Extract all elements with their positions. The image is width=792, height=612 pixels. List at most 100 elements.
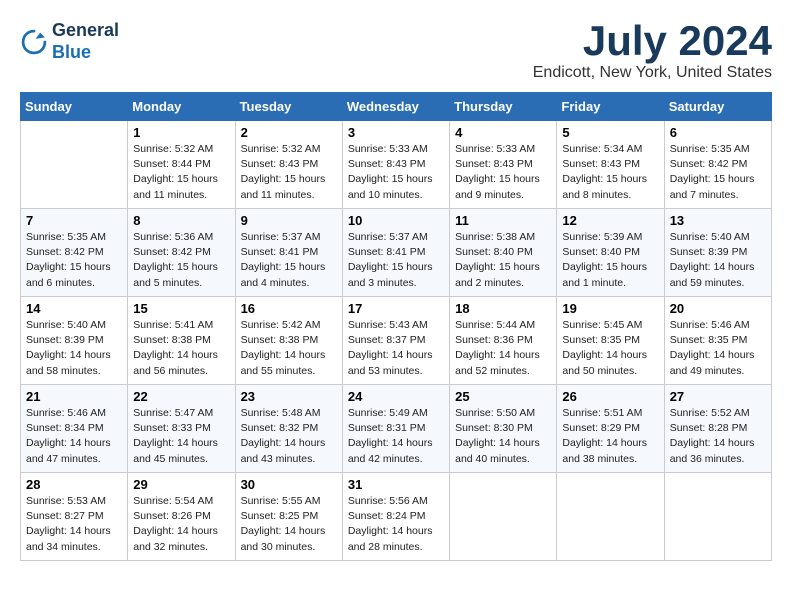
sunrise-text: Sunrise: 5:49 AM (348, 407, 428, 419)
daylight-text: Daylight: 14 hours and 59 minutes. (670, 261, 755, 288)
day-info: Sunrise: 5:50 AM Sunset: 8:30 PM Dayligh… (455, 406, 551, 467)
day-number: 24 (348, 389, 444, 404)
table-row: 9 Sunrise: 5:37 AM Sunset: 8:41 PM Dayli… (235, 209, 342, 297)
day-info: Sunrise: 5:53 AM Sunset: 8:27 PM Dayligh… (26, 494, 122, 555)
day-info: Sunrise: 5:32 AM Sunset: 8:43 PM Dayligh… (241, 142, 337, 203)
col-thursday: Thursday (450, 93, 557, 121)
day-number: 1 (133, 125, 229, 140)
day-number: 3 (348, 125, 444, 140)
sunset-text: Sunset: 8:37 PM (348, 334, 426, 346)
daylight-text: Daylight: 15 hours and 11 minutes. (241, 173, 326, 200)
sunrise-text: Sunrise: 5:46 AM (26, 407, 106, 419)
sunset-text: Sunset: 8:44 PM (133, 158, 211, 170)
day-number: 23 (241, 389, 337, 404)
daylight-text: Daylight: 15 hours and 6 minutes. (26, 261, 111, 288)
table-row (450, 473, 557, 561)
daylight-text: Daylight: 14 hours and 55 minutes. (241, 349, 326, 376)
sunrise-text: Sunrise: 5:34 AM (562, 143, 642, 155)
day-number: 12 (562, 213, 658, 228)
sunset-text: Sunset: 8:42 PM (133, 246, 211, 258)
sunset-text: Sunset: 8:42 PM (670, 158, 748, 170)
sunrise-text: Sunrise: 5:45 AM (562, 319, 642, 331)
daylight-text: Daylight: 14 hours and 36 minutes. (670, 437, 755, 464)
day-number: 13 (670, 213, 766, 228)
daylight-text: Daylight: 15 hours and 11 minutes. (133, 173, 218, 200)
sunset-text: Sunset: 8:39 PM (26, 334, 104, 346)
sunrise-text: Sunrise: 5:56 AM (348, 495, 428, 507)
daylight-text: Daylight: 14 hours and 43 minutes. (241, 437, 326, 464)
day-info: Sunrise: 5:41 AM Sunset: 8:38 PM Dayligh… (133, 318, 229, 379)
daylight-text: Daylight: 15 hours and 2 minutes. (455, 261, 540, 288)
sunset-text: Sunset: 8:34 PM (26, 422, 104, 434)
day-info: Sunrise: 5:42 AM Sunset: 8:38 PM Dayligh… (241, 318, 337, 379)
sunset-text: Sunset: 8:36 PM (455, 334, 533, 346)
header: General Blue July 2024 Endicott, New Yor… (20, 20, 772, 82)
sunset-text: Sunset: 8:29 PM (562, 422, 640, 434)
day-info: Sunrise: 5:39 AM Sunset: 8:40 PM Dayligh… (562, 230, 658, 291)
day-number: 29 (133, 477, 229, 492)
month-title: July 2024 (533, 20, 772, 62)
sunset-text: Sunset: 8:41 PM (348, 246, 426, 258)
sunset-text: Sunset: 8:33 PM (133, 422, 211, 434)
day-info: Sunrise: 5:37 AM Sunset: 8:41 PM Dayligh… (348, 230, 444, 291)
sunrise-text: Sunrise: 5:32 AM (241, 143, 321, 155)
day-number: 21 (26, 389, 122, 404)
calendar-table: Sunday Monday Tuesday Wednesday Thursday… (20, 92, 772, 561)
col-monday: Monday (128, 93, 235, 121)
daylight-text: Daylight: 14 hours and 42 minutes. (348, 437, 433, 464)
sunrise-text: Sunrise: 5:51 AM (562, 407, 642, 419)
day-number: 10 (348, 213, 444, 228)
day-number: 17 (348, 301, 444, 316)
table-row: 23 Sunrise: 5:48 AM Sunset: 8:32 PM Dayl… (235, 385, 342, 473)
table-row (664, 473, 771, 561)
table-row: 19 Sunrise: 5:45 AM Sunset: 8:35 PM Dayl… (557, 297, 664, 385)
sunrise-text: Sunrise: 5:32 AM (133, 143, 213, 155)
table-row: 25 Sunrise: 5:50 AM Sunset: 8:30 PM Dayl… (450, 385, 557, 473)
table-row: 15 Sunrise: 5:41 AM Sunset: 8:38 PM Dayl… (128, 297, 235, 385)
logo: General Blue (20, 20, 119, 63)
sunrise-text: Sunrise: 5:40 AM (26, 319, 106, 331)
sunrise-text: Sunrise: 5:54 AM (133, 495, 213, 507)
calendar-week-row: 1 Sunrise: 5:32 AM Sunset: 8:44 PM Dayli… (21, 121, 772, 209)
table-row: 8 Sunrise: 5:36 AM Sunset: 8:42 PM Dayli… (128, 209, 235, 297)
sunrise-text: Sunrise: 5:33 AM (455, 143, 535, 155)
day-number: 5 (562, 125, 658, 140)
table-row: 28 Sunrise: 5:53 AM Sunset: 8:27 PM Dayl… (21, 473, 128, 561)
day-info: Sunrise: 5:45 AM Sunset: 8:35 PM Dayligh… (562, 318, 658, 379)
day-info: Sunrise: 5:40 AM Sunset: 8:39 PM Dayligh… (26, 318, 122, 379)
daylight-text: Daylight: 14 hours and 50 minutes. (562, 349, 647, 376)
day-number: 31 (348, 477, 444, 492)
table-row: 5 Sunrise: 5:34 AM Sunset: 8:43 PM Dayli… (557, 121, 664, 209)
sunrise-text: Sunrise: 5:35 AM (670, 143, 750, 155)
sunrise-text: Sunrise: 5:37 AM (241, 231, 321, 243)
location-title: Endicott, New York, United States (533, 64, 772, 82)
sunset-text: Sunset: 8:38 PM (133, 334, 211, 346)
sunset-text: Sunset: 8:39 PM (670, 246, 748, 258)
calendar-week-row: 28 Sunrise: 5:53 AM Sunset: 8:27 PM Dayl… (21, 473, 772, 561)
col-sunday: Sunday (21, 93, 128, 121)
sunrise-text: Sunrise: 5:37 AM (348, 231, 428, 243)
daylight-text: Daylight: 14 hours and 49 minutes. (670, 349, 755, 376)
sunrise-text: Sunrise: 5:52 AM (670, 407, 750, 419)
day-info: Sunrise: 5:48 AM Sunset: 8:32 PM Dayligh… (241, 406, 337, 467)
day-info: Sunrise: 5:36 AM Sunset: 8:42 PM Dayligh… (133, 230, 229, 291)
table-row: 30 Sunrise: 5:55 AM Sunset: 8:25 PM Dayl… (235, 473, 342, 561)
day-info: Sunrise: 5:51 AM Sunset: 8:29 PM Dayligh… (562, 406, 658, 467)
day-info: Sunrise: 5:38 AM Sunset: 8:40 PM Dayligh… (455, 230, 551, 291)
table-row: 18 Sunrise: 5:44 AM Sunset: 8:36 PM Dayl… (450, 297, 557, 385)
table-row: 22 Sunrise: 5:47 AM Sunset: 8:33 PM Dayl… (128, 385, 235, 473)
sunset-text: Sunset: 8:40 PM (562, 246, 640, 258)
sunset-text: Sunset: 8:30 PM (455, 422, 533, 434)
sunrise-text: Sunrise: 5:47 AM (133, 407, 213, 419)
sunrise-text: Sunrise: 5:46 AM (670, 319, 750, 331)
day-info: Sunrise: 5:33 AM Sunset: 8:43 PM Dayligh… (348, 142, 444, 203)
daylight-text: Daylight: 14 hours and 47 minutes. (26, 437, 111, 464)
table-row: 12 Sunrise: 5:39 AM Sunset: 8:40 PM Dayl… (557, 209, 664, 297)
table-row: 6 Sunrise: 5:35 AM Sunset: 8:42 PM Dayli… (664, 121, 771, 209)
table-row (557, 473, 664, 561)
logo-text: General Blue (52, 20, 119, 63)
daylight-text: Daylight: 14 hours and 58 minutes. (26, 349, 111, 376)
daylight-text: Daylight: 14 hours and 28 minutes. (348, 525, 433, 552)
day-info: Sunrise: 5:47 AM Sunset: 8:33 PM Dayligh… (133, 406, 229, 467)
day-number: 28 (26, 477, 122, 492)
